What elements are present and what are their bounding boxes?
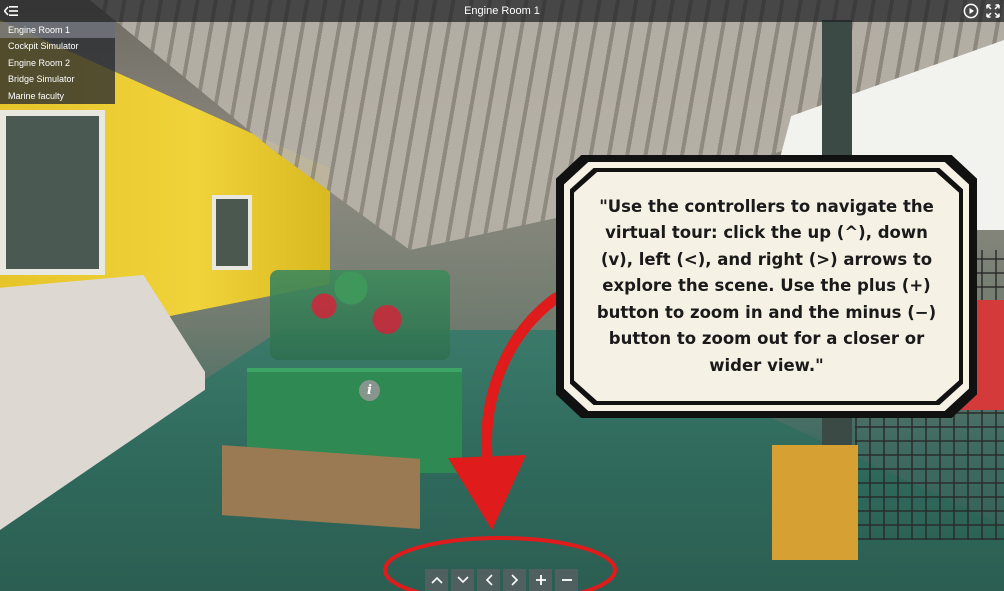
scene-item-marine-faculty[interactable]: Marine faculty bbox=[0, 88, 115, 104]
chevron-left-icon bbox=[485, 574, 493, 586]
scene-item-engine-room-2[interactable]: Engine Room 2 bbox=[0, 55, 115, 71]
window bbox=[212, 195, 252, 270]
engine-machinery bbox=[270, 270, 450, 360]
scene-title: Engine Room 1 bbox=[464, 5, 540, 17]
info-icon[interactable]: i bbox=[359, 380, 380, 401]
fullscreen-icon[interactable] bbox=[984, 2, 1002, 20]
scene-item-engine-room-1[interactable]: Engine Room 1 bbox=[0, 22, 115, 39]
top-bar: Engine Room 1 bbox=[0, 0, 1004, 22]
nav-right-button[interactable] bbox=[503, 569, 526, 591]
minus-icon bbox=[561, 579, 572, 581]
zoom-in-button[interactable] bbox=[529, 569, 552, 591]
instruction-callout: "Use the controllers to navigate the vir… bbox=[574, 172, 959, 401]
navigation-controls bbox=[425, 569, 578, 591]
plus-icon bbox=[535, 575, 546, 585]
wooden-crate bbox=[222, 445, 420, 529]
zoom-out-button[interactable] bbox=[555, 569, 578, 591]
scene-item-cockpit-simulator[interactable]: Cockpit Simulator bbox=[0, 38, 115, 54]
chevron-up-icon bbox=[430, 576, 443, 584]
instruction-text: "Use the controllers to navigate the vir… bbox=[596, 196, 937, 375]
window bbox=[0, 110, 105, 275]
nav-down-button[interactable] bbox=[451, 569, 474, 591]
nav-up-button[interactable] bbox=[425, 569, 448, 591]
chevron-right-icon bbox=[510, 574, 518, 586]
play-circle-icon[interactable] bbox=[962, 2, 980, 20]
chevron-down-icon bbox=[456, 576, 469, 584]
scene-list: Engine Room 1 Cockpit Simulator Engine R… bbox=[0, 22, 115, 104]
scene-item-bridge-simulator[interactable]: Bridge Simulator bbox=[0, 71, 115, 87]
yellow-bucket bbox=[772, 445, 858, 560]
nav-left-button[interactable] bbox=[477, 569, 500, 591]
